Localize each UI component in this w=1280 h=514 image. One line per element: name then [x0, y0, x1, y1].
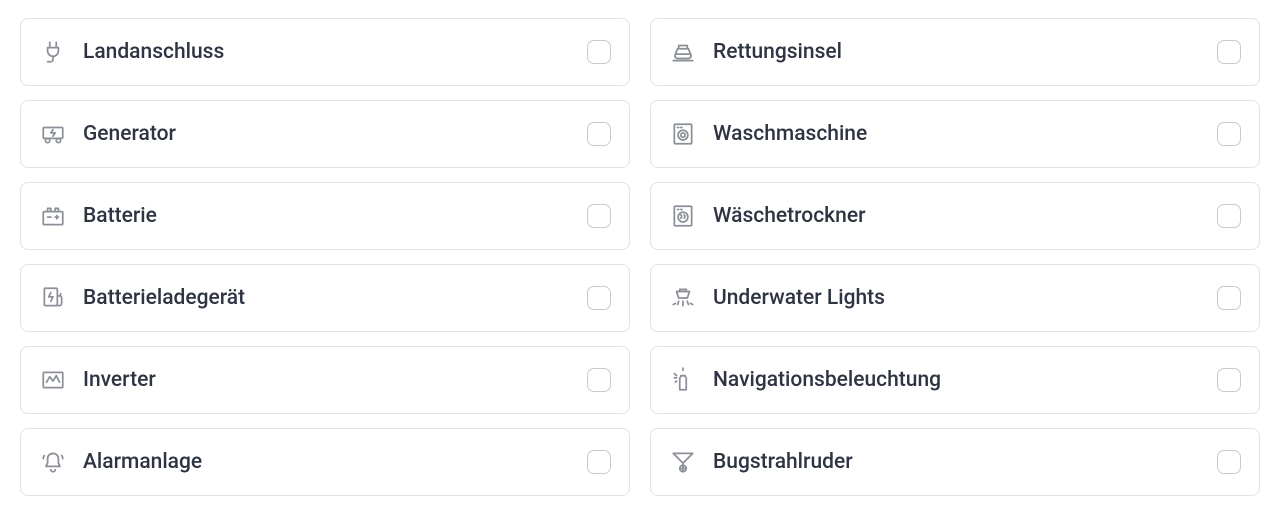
- equipment-option-grid: Landanschluss Rettungsinsel Generator Wa…: [20, 18, 1260, 496]
- option-label-dryer: Wäschetrockner: [713, 204, 1217, 228]
- option-row-shore-power[interactable]: Landanschluss: [20, 18, 630, 86]
- option-row-life-raft[interactable]: Rettungsinsel: [650, 18, 1260, 86]
- option-label-washing-machine: Waschmaschine: [713, 122, 1217, 146]
- checkbox-shore-power[interactable]: [587, 40, 611, 64]
- option-row-dryer[interactable]: Wäschetrockner: [650, 182, 1260, 250]
- battery-icon: [39, 202, 67, 230]
- option-row-battery-charger[interactable]: Batterieladegerät: [20, 264, 630, 332]
- plug-icon: [39, 38, 67, 66]
- option-row-bow-thruster[interactable]: Bugstrahlruder: [650, 428, 1260, 496]
- inverter-icon: [39, 366, 67, 394]
- checkbox-bow-thruster[interactable]: [1217, 450, 1241, 474]
- dryer-icon: [669, 202, 697, 230]
- checkbox-inverter[interactable]: [587, 368, 611, 392]
- option-label-bow-thruster: Bugstrahlruder: [713, 450, 1217, 474]
- checkbox-generator[interactable]: [587, 122, 611, 146]
- option-label-alarm-system: Alarmanlage: [83, 450, 587, 474]
- option-label-shore-power: Landanschluss: [83, 40, 587, 64]
- option-label-underwater-lights: Underwater Lights: [713, 286, 1217, 310]
- alarm-icon: [39, 448, 67, 476]
- checkbox-navigation-lights[interactable]: [1217, 368, 1241, 392]
- checkbox-battery[interactable]: [587, 204, 611, 228]
- option-row-underwater-lights[interactable]: Underwater Lights: [650, 264, 1260, 332]
- generator-icon: [39, 120, 67, 148]
- nav-light-icon: [669, 366, 697, 394]
- option-label-inverter: Inverter: [83, 368, 587, 392]
- option-row-generator[interactable]: Generator: [20, 100, 630, 168]
- option-row-inverter[interactable]: Inverter: [20, 346, 630, 414]
- checkbox-dryer[interactable]: [1217, 204, 1241, 228]
- washer-icon: [669, 120, 697, 148]
- checkbox-washing-machine[interactable]: [1217, 122, 1241, 146]
- option-row-washing-machine[interactable]: Waschmaschine: [650, 100, 1260, 168]
- option-row-alarm-system[interactable]: Alarmanlage: [20, 428, 630, 496]
- option-label-battery: Batterie: [83, 204, 587, 228]
- checkbox-battery-charger[interactable]: [587, 286, 611, 310]
- option-label-life-raft: Rettungsinsel: [713, 40, 1217, 64]
- option-label-generator: Generator: [83, 122, 587, 146]
- underwater-light-icon: [669, 284, 697, 312]
- option-label-battery-charger: Batterieladegerät: [83, 286, 587, 310]
- checkbox-alarm-system[interactable]: [587, 450, 611, 474]
- checkbox-underwater-lights[interactable]: [1217, 286, 1241, 310]
- option-label-navigation-lights: Navigationsbeleuchtung: [713, 368, 1217, 392]
- option-row-battery[interactable]: Batterie: [20, 182, 630, 250]
- charger-icon: [39, 284, 67, 312]
- life-raft-icon: [669, 38, 697, 66]
- bow-thruster-icon: [669, 448, 697, 476]
- option-row-navigation-lights[interactable]: Navigationsbeleuchtung: [650, 346, 1260, 414]
- checkbox-life-raft[interactable]: [1217, 40, 1241, 64]
